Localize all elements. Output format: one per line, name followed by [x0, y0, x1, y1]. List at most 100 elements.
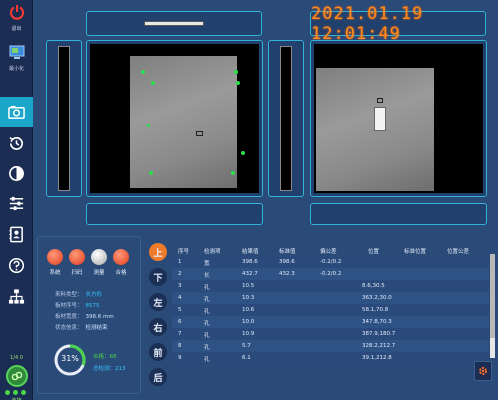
gear-icon[interactable] — [474, 361, 492, 381]
camera-view-right[interactable] — [310, 40, 487, 197]
exit-label: 退出 — [11, 26, 22, 32]
table-cell: 宽 — [204, 261, 210, 267]
tab-front[interactable]: 前 — [149, 343, 167, 361]
table-cell: 58.1,70.8 — [362, 307, 389, 313]
table-cell: -0.2/0.2 — [320, 259, 342, 265]
table-cell: 39.1,212.8 — [362, 355, 392, 361]
table-scrollbar[interactable] — [490, 254, 495, 358]
pass-count: 合格：68 — [93, 352, 117, 360]
table-row[interactable]: 5 孔 10.6 58.1,70.8 — [172, 304, 489, 316]
info-status: 状态信息： 检测结束 — [55, 323, 108, 331]
table-cell: 1 — [178, 259, 182, 265]
table-cell: 3 — [178, 283, 182, 289]
table-body: 1 宽 398.6 398.6 -0.2/0.2 2 长 432.7 432.3 -0.2/0.2… — [172, 256, 489, 364]
table-row[interactable]: 6 孔 10.0 347.8,70.3 — [172, 316, 489, 328]
info-key: 来料类型： — [55, 292, 83, 298]
nav-history[interactable] — [0, 128, 33, 158]
table-cell: 8.6,30.5 — [362, 283, 385, 289]
info-key: 状态信息： — [55, 325, 83, 331]
lamp-pass — [113, 249, 129, 265]
table-cell: 7 — [178, 331, 182, 337]
left-gauge — [58, 46, 70, 191]
table-cell: 孔 — [204, 333, 210, 339]
info-board-width: 板材宽度： 398.6 mm — [55, 312, 114, 320]
table-cell: 孔 — [204, 345, 210, 351]
lamp-system — [47, 249, 63, 265]
scrollbar-thumb[interactable] — [490, 254, 495, 338]
tab-left[interactable]: 左 — [149, 293, 167, 311]
board-image-left — [130, 56, 237, 188]
table-cell: 长 — [204, 273, 210, 279]
contacts-icon — [9, 226, 23, 242]
nav-help[interactable] — [0, 250, 33, 280]
table-row[interactable]: 8 孔 5.7 328.2,212.7 — [172, 340, 489, 352]
marker-point — [234, 70, 238, 74]
minimize-button[interactable]: 最小化 — [1, 44, 32, 72]
history-icon — [9, 136, 23, 150]
table-cell: 5 — [178, 307, 182, 313]
info-value: 检测结束 — [85, 325, 108, 331]
table-cell: 10.9 — [242, 331, 255, 337]
table-row[interactable]: 3 孔 10.5 8.6,30.5 — [172, 280, 489, 292]
table-cell: 10.0 — [242, 319, 255, 325]
lamp-label-measure: 测量 — [93, 270, 105, 276]
table-cell: 10.6 — [242, 307, 255, 313]
contrast-icon — [9, 165, 24, 181]
sidebar: 退出 最小化 1/4 0 连接 — [0, 0, 33, 400]
right-gauge — [280, 46, 292, 191]
table-cell: 孔 — [204, 357, 210, 363]
clock-display: 2021.01.19 12:01:49 — [310, 4, 486, 44]
status-dot — [21, 390, 26, 395]
status-dot — [5, 390, 10, 395]
exit-button[interactable]: 退出 — [1, 4, 32, 32]
col-std-position: 标准位置 — [404, 249, 427, 255]
status-dot — [13, 390, 18, 395]
info-key: 板材宽度： — [55, 314, 83, 320]
face-tabs: 上 下 左 右 前 后 — [146, 240, 170, 390]
table-row[interactable]: 4 孔 10.3 363.2,30.0 — [172, 292, 489, 304]
tab-bottom[interactable]: 下 — [149, 268, 167, 286]
marker-point — [141, 70, 145, 74]
minimize-label: 最小化 — [8, 66, 24, 72]
lamp-label-scan: 扫码 — [71, 270, 83, 276]
table-row[interactable]: 2 长 432.7 432.3 -0.2/0.2 — [172, 268, 489, 280]
monitor-icon — [9, 45, 24, 59]
camera-left-screen — [90, 44, 259, 193]
table-row[interactable]: 9 孔 6.1 39.1,212.8 — [172, 352, 489, 364]
marker-point — [147, 124, 150, 127]
camera-view-left[interactable] — [86, 40, 263, 197]
camera-icon — [8, 105, 25, 119]
lamp-label-pass: 合格 — [115, 270, 127, 276]
table-cell: 10.5 — [242, 283, 255, 289]
help-icon — [8, 257, 25, 273]
total-label: 总检测： — [93, 366, 116, 372]
marker-point — [231, 171, 235, 175]
info-value: 398.6 mm — [85, 314, 114, 320]
table-cell: 4 — [178, 295, 182, 301]
nav-contacts[interactable] — [0, 219, 33, 249]
total-value: 213 — [115, 366, 126, 372]
nav-network[interactable] — [0, 281, 33, 311]
col-pos-tolerance: 位置公差 — [447, 249, 470, 255]
tab-top[interactable]: 上 — [149, 243, 167, 261]
tab-back[interactable]: 后 — [149, 368, 167, 386]
nav-settings[interactable] — [0, 188, 33, 218]
progress-strip — [144, 21, 204, 26]
nav-camera[interactable] — [0, 97, 33, 127]
lamp-label-system: 系统 — [49, 270, 61, 276]
nav-contrast[interactable] — [0, 158, 33, 188]
table-cell: 398.6 — [242, 259, 258, 265]
table-row[interactable]: 7 孔 10.9 387.9,180.7 — [172, 328, 489, 340]
table-row[interactable]: 1 宽 398.6 398.6 -0.2/0.2 — [172, 256, 489, 268]
pass-value: 68 — [109, 354, 117, 360]
col-standard: 标准值 — [279, 249, 296, 255]
power-icon — [9, 5, 24, 20]
tab-right[interactable]: 右 — [149, 318, 167, 336]
status-dots — [5, 390, 26, 395]
col-item: 检测项 — [204, 249, 221, 255]
info-board-number: 板材序号： 8575 — [55, 301, 100, 309]
col-result: 结果值 — [242, 249, 259, 255]
table-cell: 398.6 — [279, 259, 295, 265]
lamp-measure — [91, 249, 107, 265]
info-value: 8575 — [85, 303, 100, 309]
